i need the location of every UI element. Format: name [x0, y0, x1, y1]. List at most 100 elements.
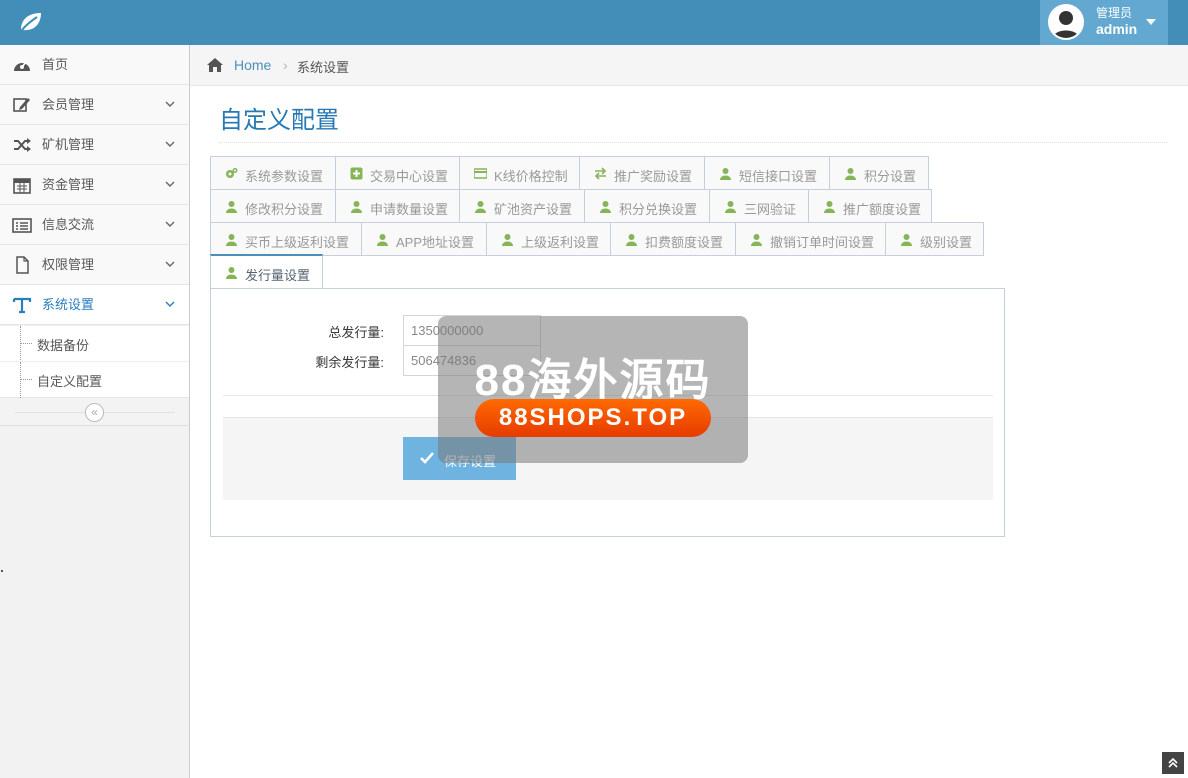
edit-icon [13, 98, 30, 112]
sidebar-item-system-settings[interactable]: 系统设置 [0, 285, 189, 325]
user-icon [824, 201, 835, 213]
breadcrumb-home-link[interactable]: Home [234, 57, 271, 73]
user-icon [845, 168, 856, 180]
sidebar-subitem-label: 自定义配置 [37, 374, 103, 389]
chevron-down-icon [165, 181, 175, 187]
total-issuance-label: 总发行量: [328, 325, 384, 340]
user-icon [226, 234, 237, 246]
tab-points-exchange[interactable]: 积分兑换设置 [584, 189, 710, 223]
tab-issuance-volume[interactable]: 发行量设置 [210, 254, 323, 289]
check-icon [420, 452, 434, 464]
sidebar-item-messages[interactable]: 信息交流 [0, 205, 189, 245]
tab-system-params[interactable]: 系统参数设置 [210, 156, 336, 190]
user-icon [226, 267, 237, 279]
user-icon [475, 201, 486, 213]
breadcrumb-current: 系统设置 [297, 60, 350, 75]
sidebar: 首页 会员管理 矿机管理 资金管理 信息交流 权限管理 系统设置 数据备份 自定… [0, 45, 190, 778]
tab-label: K线价格控制 [494, 169, 568, 184]
breadcrumb: Home › 系统设置 [190, 45, 1188, 86]
tab-label: 申请数量设置 [370, 202, 449, 217]
tab-label: 上级返利设置 [521, 235, 600, 250]
sidebar-subitem-backup[interactable]: 数据备份 [0, 325, 189, 362]
tab-label: 发行量设置 [245, 268, 311, 283]
tab-fee-deduction[interactable]: 扣费额度设置 [610, 222, 736, 256]
user-icon [626, 234, 637, 246]
tab-kline-price[interactable]: K线价格控制 [459, 156, 580, 190]
user-icon [901, 234, 912, 246]
user-icon [377, 234, 388, 246]
sidebar-item-permissions[interactable]: 权限管理 [0, 245, 189, 285]
tree-dash [20, 379, 32, 380]
leaf-logo-icon[interactable] [18, 10, 44, 34]
sidebar-subitem-custom-config[interactable]: 自定义配置 [0, 361, 189, 398]
tab-label: 扣费额度设置 [645, 235, 724, 250]
sidebar-item-funds[interactable]: 资金管理 [0, 165, 189, 205]
tab-label: 撤销订单时间设置 [770, 235, 875, 250]
tab-points[interactable]: 积分设置 [829, 156, 929, 190]
top-navbar: 管理员 admin [0, 0, 1188, 45]
sidebar-submenu: 数据备份 自定义配置 [0, 325, 189, 398]
tab-label: 积分兑换设置 [619, 202, 698, 217]
exchange-icon [594, 167, 607, 180]
avatar [1048, 4, 1084, 40]
tab-label: 买币上级返利设置 [245, 235, 350, 250]
tree-line [20, 326, 21, 362]
user-role: 管理员 [1096, 6, 1133, 20]
sidebar-item-home[interactable]: 首页 [0, 45, 189, 85]
scroll-to-top-button[interactable] [1162, 752, 1184, 774]
sidebar-item-members[interactable]: 会员管理 [0, 85, 189, 125]
cogs-icon [226, 168, 238, 178]
sidebar-item-label: 权限管理 [42, 257, 95, 272]
breadcrumb-separator: › [283, 57, 288, 73]
dashboard-icon [14, 61, 30, 71]
tab-modify-points[interactable]: 修改积分设置 [210, 189, 336, 223]
plus-square-icon [350, 167, 363, 180]
tab-label: 短信接口设置 [739, 169, 818, 184]
tab-label: APP地址设置 [396, 235, 475, 250]
tab-cancel-order-time[interactable]: 撤销订单时间设置 [735, 222, 886, 256]
watermark-url: 88SHOPS.TOP [475, 399, 711, 437]
user-icon [720, 168, 731, 180]
sidebar-item-label: 首页 [42, 57, 69, 72]
page-header-divider [219, 142, 1167, 143]
tab-promotion-quota[interactable]: 推广额度设置 [808, 189, 932, 223]
remaining-issuance-label: 剩余发行量: [315, 355, 384, 370]
tab-superior-rebate[interactable]: 上级返利设置 [486, 222, 611, 256]
tab-row: 系统参数设置 交易中心设置 K线价格控制 推广奖励设置 短信接口设置 积分设置 [210, 156, 929, 190]
tab-label: 系统参数设置 [245, 169, 324, 184]
user-icon [226, 201, 237, 213]
user-icon [351, 201, 362, 213]
tab-promotion-reward[interactable]: 推广奖励设置 [579, 156, 705, 190]
tab-sms-interface[interactable]: 短信接口设置 [704, 156, 830, 190]
chevron-down-icon [165, 101, 175, 107]
caret-down-icon [1146, 19, 1156, 25]
sidebar-item-label: 资金管理 [42, 177, 95, 192]
sidebar-item-label: 信息交流 [42, 217, 95, 232]
calendar-icon [13, 178, 31, 194]
tab-mining-pool-assets[interactable]: 矿池资产设置 [459, 189, 585, 223]
tab-label: 积分设置 [864, 169, 917, 184]
list-alt-icon [12, 218, 32, 233]
user-name: admin [1096, 21, 1138, 37]
sidebar-item-label: 会员管理 [42, 97, 95, 112]
tab-level[interactable]: 级别设置 [885, 222, 984, 256]
tree-dash [20, 343, 32, 344]
sidebar-item-label: 系统设置 [42, 297, 95, 312]
user-menu[interactable]: 管理员 admin [1040, 0, 1168, 45]
double-chevron-up-icon [1168, 757, 1178, 768]
tab-label: 交易中心设置 [370, 169, 449, 184]
tab-apply-quantity[interactable]: 申请数量设置 [335, 189, 460, 223]
tab-trading-center[interactable]: 交易中心设置 [335, 156, 460, 190]
tab-three-network-verify[interactable]: 三网验证 [709, 189, 809, 223]
user-icon [751, 234, 762, 246]
user-avatar-icon [1050, 6, 1082, 38]
tab-app-address[interactable]: APP地址设置 [361, 222, 487, 256]
sidebar-item-miners[interactable]: 矿机管理 [0, 125, 189, 165]
collapse-sidebar-button[interactable]: « [85, 403, 104, 422]
sidebar-collapse-bar: « [0, 398, 189, 426]
tab-label: 级别设置 [920, 235, 973, 250]
home-icon [207, 58, 223, 72]
tab-buy-coin-rebate[interactable]: 买币上级返利设置 [210, 222, 362, 256]
tree-line [20, 362, 21, 398]
sidebar-subitem-label: 数据备份 [37, 338, 90, 353]
